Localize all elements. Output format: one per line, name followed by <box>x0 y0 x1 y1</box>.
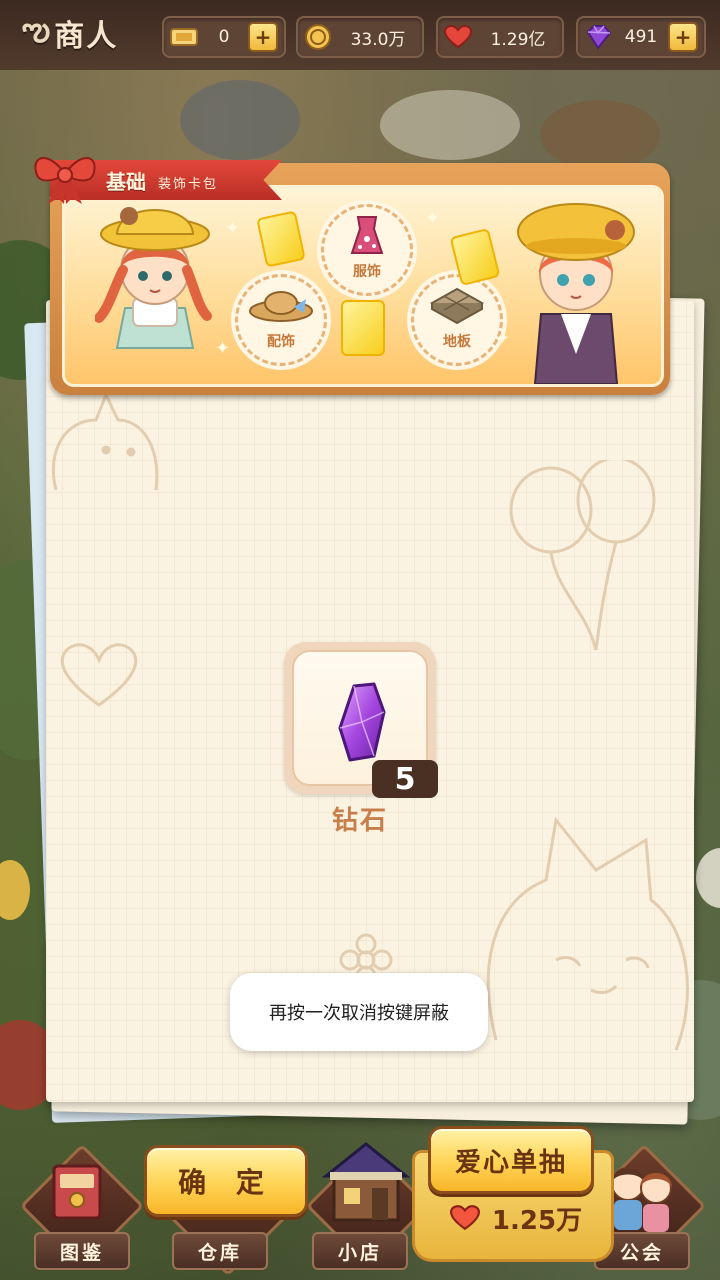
love-counter: 1.29亿 <box>436 16 564 58</box>
nav-shop[interactable]: 小店 <box>312 1232 408 1270</box>
gold-coin-icon <box>302 21 334 53</box>
love-value: 1.29亿 <box>490 29 546 50</box>
category-clothing-label: 服饰 <box>353 264 381 280</box>
heart-doodle-icon <box>60 643 138 707</box>
gold-counter: 33.0万 <box>296 16 424 58</box>
single-draw-cost-value: 1.25万 <box>491 1205 583 1236</box>
nav-warehouse[interactable]: 仓库 <box>172 1232 268 1270</box>
gem-value: 491 <box>624 27 658 47</box>
category-floor: 地板 <box>411 274 503 366</box>
boy-character-icon <box>517 203 635 384</box>
cat-doodle-icon <box>51 391 159 491</box>
ticket-value: 0 <box>218 27 230 47</box>
single-draw-cost: 1.25万 <box>434 1198 598 1238</box>
red-bow-icon <box>34 157 96 204</box>
gold-value: 33.0万 <box>350 29 406 50</box>
dress-icon <box>350 216 384 254</box>
category-floor-label: 地板 <box>443 334 471 350</box>
card-pack-art: 服饰 配饰 地板 ✦ ✦ ✦ ✦ <box>62 185 664 387</box>
floor-tile-icon <box>430 287 484 325</box>
nav-codex-label: 图鉴 <box>59 1241 104 1264</box>
gem-counter: 491 + <box>576 16 706 58</box>
sparkle-icon: ✦ <box>215 338 231 359</box>
reward-count-badge: 5 <box>372 760 438 798</box>
ticket-counter: 0 + <box>162 16 286 58</box>
add-gem-button[interactable]: + <box>668 22 698 52</box>
ticket-icon <box>168 21 200 53</box>
toast-message: 再按一次取消按键屏蔽 <box>230 973 488 1051</box>
category-accessory-label: 配饰 <box>267 334 295 350</box>
pack-title: 基础 <box>106 170 146 194</box>
reward-item-name: 钻石 <box>331 806 388 836</box>
add-ticket-button[interactable]: + <box>248 22 278 52</box>
sparkle-icon: ✦ <box>425 208 441 229</box>
sparkle-icon: ✦ <box>495 328 511 349</box>
shop-house-icon <box>321 1142 411 1222</box>
straw-hat-icon <box>249 291 313 322</box>
girl-character-icon <box>95 207 212 349</box>
toast-text: 再按一次取消按键屏蔽 <box>269 1003 449 1024</box>
sparkle-icon: ✦ <box>225 218 241 239</box>
heart-icon <box>442 21 474 53</box>
category-accessory: 配饰 <box>235 274 327 366</box>
ornament-icon: ఌ <box>22 10 53 48</box>
heart-icon <box>449 1205 480 1231</box>
purple-gem-icon <box>582 21 614 53</box>
love-single-draw-button[interactable]: 爱心单抽 <box>428 1126 594 1194</box>
balloon-doodle-icon <box>509 460 656 651</box>
confirm-button[interactable]: 确 定 <box>144 1145 308 1217</box>
nav-warehouse-label: 仓库 <box>197 1241 242 1264</box>
single-draw-label: 爱心单抽 <box>454 1147 567 1178</box>
book-icon <box>52 1164 102 1220</box>
purple-crystal-icon <box>338 682 386 762</box>
confirm-button-label: 确 定 <box>178 1166 274 1199</box>
nav-codex[interactable]: 图鉴 <box>34 1232 130 1270</box>
nav-shop-label: 小店 <box>337 1241 382 1264</box>
nav-guild-label: 公会 <box>619 1241 664 1264</box>
gold-card-icon <box>256 210 306 268</box>
top-resource-bar: ఌ 商人 0 + 33.0万 1.29亿 491 + <box>0 0 720 70</box>
gold-card-icon <box>341 300 385 356</box>
player-title-text: 商人 <box>54 19 119 54</box>
pack-subtitle: 装饰卡包 <box>158 177 219 192</box>
category-clothing: 服饰 <box>321 204 413 296</box>
player-title: ఌ 商人 <box>22 8 118 58</box>
big-cat-doodle-icon <box>486 816 689 1051</box>
